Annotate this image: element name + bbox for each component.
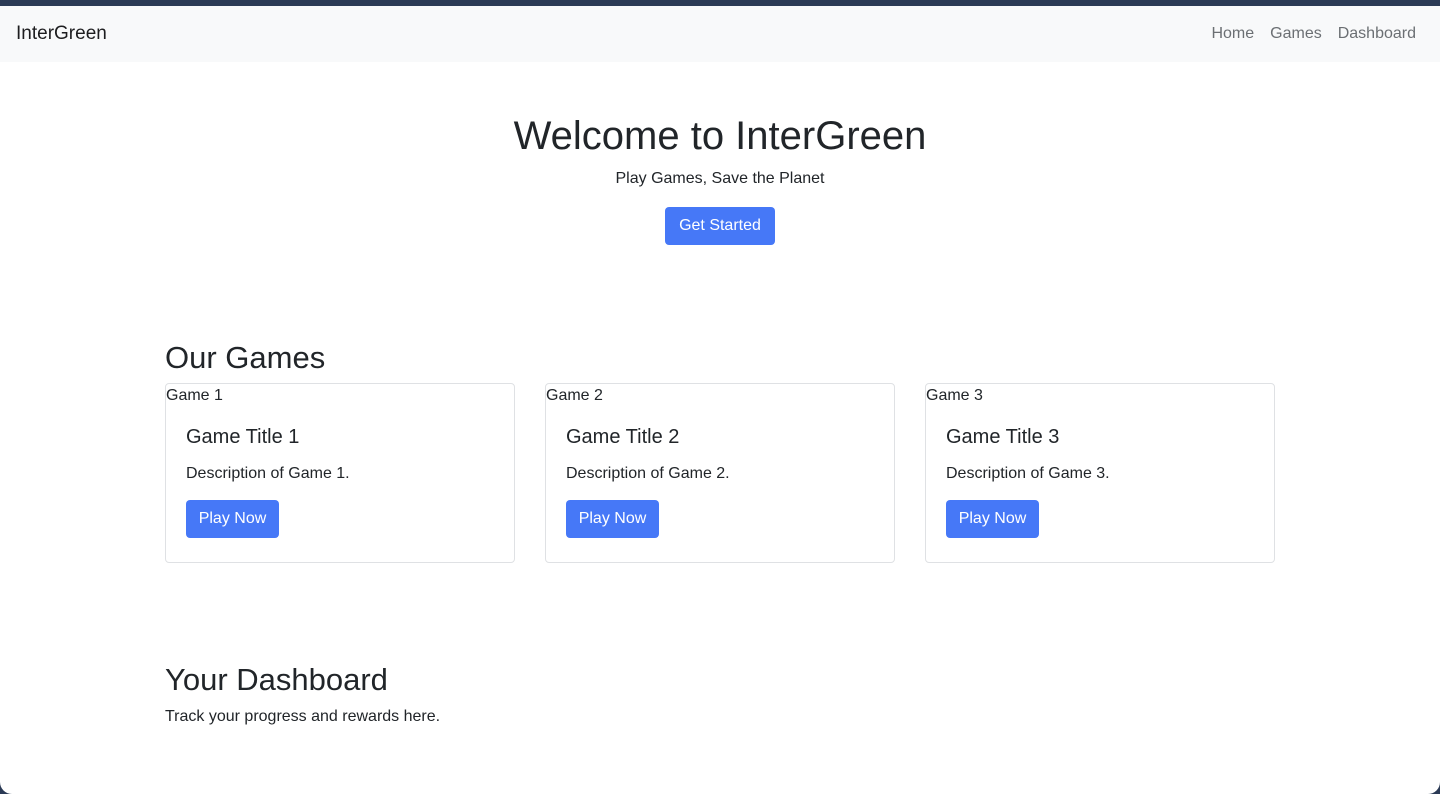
game-image-broken: Game 2 [546,384,894,408]
nav-links: Home Games Dashboard [1203,17,1424,51]
play-now-button[interactable]: Play Now [946,500,1039,539]
card-body: Game Title 2 Description of Game 2. Play… [546,408,894,539]
dashboard-text: Track your progress and rewards here. [165,708,441,726]
game-cards: Game 1 Game Title 1 Description of Game … [165,383,1275,564]
card-body: Game Title 1 Description of Game 1. Play… [166,408,514,539]
games-section: Our Games Game 1 Game Title 1 Descriptio… [165,339,1275,564]
dashboard-section: Your Dashboard Track your progress and r… [165,661,440,726]
game-description: Description of Game 1. [186,465,350,483]
game-title: Game Title 3 [946,426,1060,449]
game-description: Description of Game 2. [566,465,730,483]
navbar: InterGreen Home Games Dashboard [0,6,1440,62]
hero-section: Welcome to InterGreen Play Games, Save t… [0,62,1440,245]
play-now-button[interactable]: Play Now [566,500,659,539]
game-card: Game 1 Game Title 1 Description of Game … [165,383,515,564]
hero-title: Welcome to InterGreen [513,114,927,158]
game-image-alt: Game 1 [166,387,223,405]
nav-link-games[interactable]: Games [1262,17,1330,51]
game-image-broken: Game 3 [926,384,1274,408]
game-image-alt: Game 3 [926,387,983,405]
game-image-broken: Game 1 [166,384,514,408]
dashboard-heading: Your Dashboard [165,662,388,697]
nav-link-home[interactable]: Home [1203,17,1262,51]
play-now-button[interactable]: Play Now [186,500,279,539]
game-description: Description of Game 3. [946,465,1110,483]
brand-logo-link[interactable]: InterGreen [16,23,107,45]
game-title: Game Title 1 [186,426,300,449]
hero-subtitle: Play Games, Save the Planet [615,170,825,187]
card-body: Game Title 3 Description of Game 3. Play… [926,408,1274,539]
game-image-alt: Game 2 [546,387,603,405]
nav-link-dashboard[interactable]: Dashboard [1330,17,1424,51]
game-card: Game 3 Game Title 3 Description of Game … [925,383,1275,564]
games-heading: Our Games [165,340,326,375]
game-title: Game Title 2 [566,426,680,449]
browser-viewport: InterGreen Home Games Dashboard Welcome … [0,6,1440,794]
get-started-button[interactable]: Get Started [665,207,775,245]
game-card: Game 2 Game Title 2 Description of Game … [545,383,895,564]
